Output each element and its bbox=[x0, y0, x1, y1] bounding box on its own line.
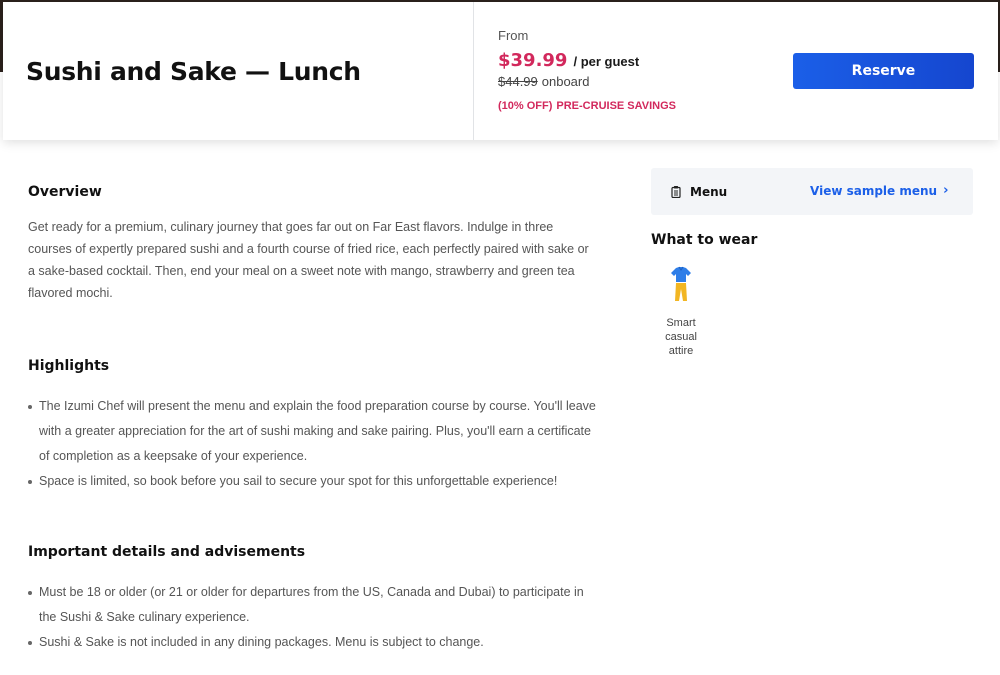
menu-card-icon bbox=[671, 185, 681, 198]
per-guest-label: / per guest bbox=[573, 54, 640, 69]
savings-badge: (10% OFF) PRE-CRUISE SAVINGS bbox=[498, 100, 680, 112]
important-list: Must be 18 or older (or 21 or older for … bbox=[28, 580, 598, 655]
old-price: $44.99 bbox=[498, 74, 538, 89]
view-sample-menu-link[interactable]: View sample menu › bbox=[810, 183, 948, 198]
booking-header: Sushi and Sake — Lunch From $39.99 / per… bbox=[3, 2, 998, 140]
important-section: Important details and advisements Must b… bbox=[28, 544, 598, 655]
list-item: The Izumi Chef will present the menu and… bbox=[28, 394, 598, 469]
chevron-right-icon: › bbox=[943, 183, 949, 198]
list-item: Sushi & Sake is not included in any dini… bbox=[28, 630, 598, 655]
from-label: From bbox=[498, 28, 529, 43]
view-sample-menu-label: View sample menu bbox=[810, 183, 938, 198]
highlights-list: The Izumi Chef will present the menu and… bbox=[28, 394, 598, 494]
price-row: $39.99 / per guest bbox=[498, 50, 639, 71]
what-to-wear-title: What to wear bbox=[651, 232, 758, 248]
title-area: Sushi and Sake — Lunch bbox=[3, 2, 474, 140]
discount-label: (10% OFF) bbox=[498, 100, 553, 112]
menu-label: Menu bbox=[690, 184, 728, 199]
shirt-pants-icon bbox=[671, 266, 691, 301]
overview-title: Overview bbox=[28, 184, 102, 200]
overview-text: Get ready for a premium, culinary journe… bbox=[28, 220, 589, 300]
list-item: Must be 18 or older (or 21 or older for … bbox=[28, 580, 598, 630]
page-title: Sushi and Sake — Lunch bbox=[26, 56, 361, 86]
dress-code-label: Smart casual attire bbox=[665, 317, 697, 357]
list-item: Space is limited, so book before you sai… bbox=[28, 469, 598, 494]
onboard-label: onboard bbox=[541, 74, 590, 89]
highlights-section: Highlights The Izumi Chef will present t… bbox=[28, 358, 598, 494]
dress-code-item: Smart casual attire bbox=[652, 266, 710, 358]
important-title: Important details and advisements bbox=[28, 544, 306, 560]
highlights-title: Highlights bbox=[28, 358, 110, 374]
current-price: $39.99 bbox=[498, 50, 568, 71]
reserve-button[interactable]: Reserve bbox=[793, 53, 974, 89]
overview-section: Overview Get ready for a premium, culina… bbox=[28, 184, 598, 304]
menu-box: Menu View sample menu › bbox=[651, 168, 973, 215]
onboard-price-row: $44.99 onboard bbox=[498, 74, 589, 89]
savings-label: PRE-CRUISE SAVINGS bbox=[556, 100, 676, 112]
price-area: From $39.99 / per guest $44.99 onboard (1… bbox=[474, 2, 998, 140]
